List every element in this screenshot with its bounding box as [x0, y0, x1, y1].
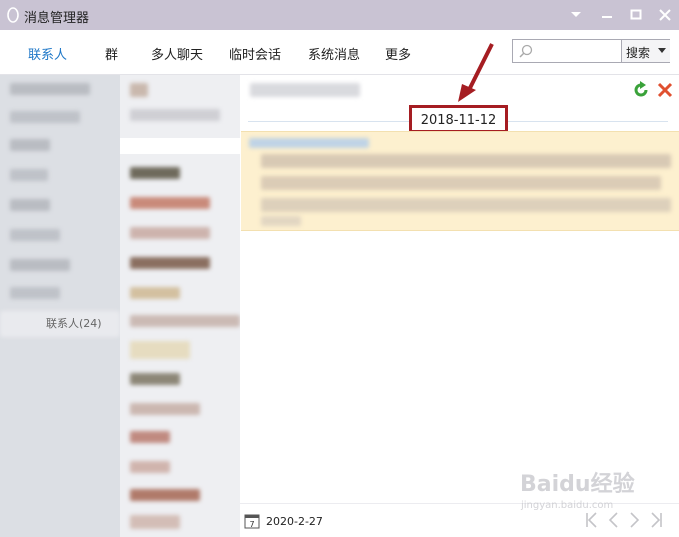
close-icon	[659, 9, 671, 21]
message-item[interactable]	[241, 131, 679, 231]
refresh-icon[interactable]	[632, 81, 650, 99]
list-item[interactable]	[10, 111, 80, 123]
delete-icon[interactable]	[657, 82, 673, 98]
tab-temp-session[interactable]: 临时会话	[229, 44, 281, 63]
watermark-logo: Baidu经验	[520, 472, 635, 497]
nav-bar: 联系人 群 多人聊天 临时会话 系统消息 更多 搜索	[0, 30, 679, 75]
qq-penguin-icon	[7, 7, 19, 23]
list-item[interactable]	[10, 229, 60, 241]
close-button[interactable]	[655, 6, 675, 24]
list-item[interactable]	[10, 83, 90, 95]
tab-more[interactable]: 更多	[385, 44, 411, 63]
search-icon	[519, 44, 533, 58]
tab-groups[interactable]: 群	[105, 44, 118, 63]
dropdown-menu-button[interactable]	[566, 6, 586, 24]
footer-date: 2020-2-27	[266, 515, 323, 528]
list-item[interactable]	[10, 169, 48, 181]
watermark-url: jingyan.baidu.com	[521, 500, 614, 511]
tab-multi-chat[interactable]: 多人聊天	[151, 44, 203, 63]
contact-group-label: 联系人(24)	[46, 317, 102, 330]
first-page-icon[interactable]	[584, 511, 598, 529]
chevron-down-icon	[571, 12, 581, 17]
minimize-icon	[602, 16, 612, 18]
list-item[interactable]	[10, 287, 60, 299]
title-bar: 消息管理器	[0, 0, 679, 30]
chevron-down-icon[interactable]	[658, 48, 666, 54]
minimize-button[interactable]	[597, 6, 617, 24]
search-button[interactable]: 搜索	[621, 40, 670, 62]
maximize-icon	[630, 9, 642, 20]
maximize-button[interactable]	[626, 6, 646, 24]
date-separator: 2018-11-12	[409, 105, 508, 133]
calendar-icon[interactable]: 7	[244, 513, 260, 529]
contact-group-list[interactable]: 联系人(24)	[0, 75, 120, 537]
last-page-icon[interactable]	[650, 511, 664, 529]
list-item[interactable]	[10, 259, 70, 271]
search-button-label: 搜索	[626, 46, 651, 60]
date-separator-label: 2018-11-12	[420, 113, 497, 128]
next-page-icon[interactable]	[628, 511, 642, 529]
window-title: 消息管理器	[24, 11, 90, 26]
list-item[interactable]	[10, 139, 50, 151]
list-item[interactable]	[10, 199, 50, 211]
svg-text:7: 7	[249, 520, 254, 529]
tab-system-messages[interactable]: 系统消息	[308, 44, 360, 63]
contact-list-item-selected[interactable]	[120, 138, 240, 154]
annotation-arrow-icon	[458, 43, 494, 102]
search-box: 搜索	[512, 39, 670, 63]
prev-page-icon[interactable]	[606, 511, 620, 529]
tab-contacts[interactable]: 联系人	[28, 44, 67, 63]
